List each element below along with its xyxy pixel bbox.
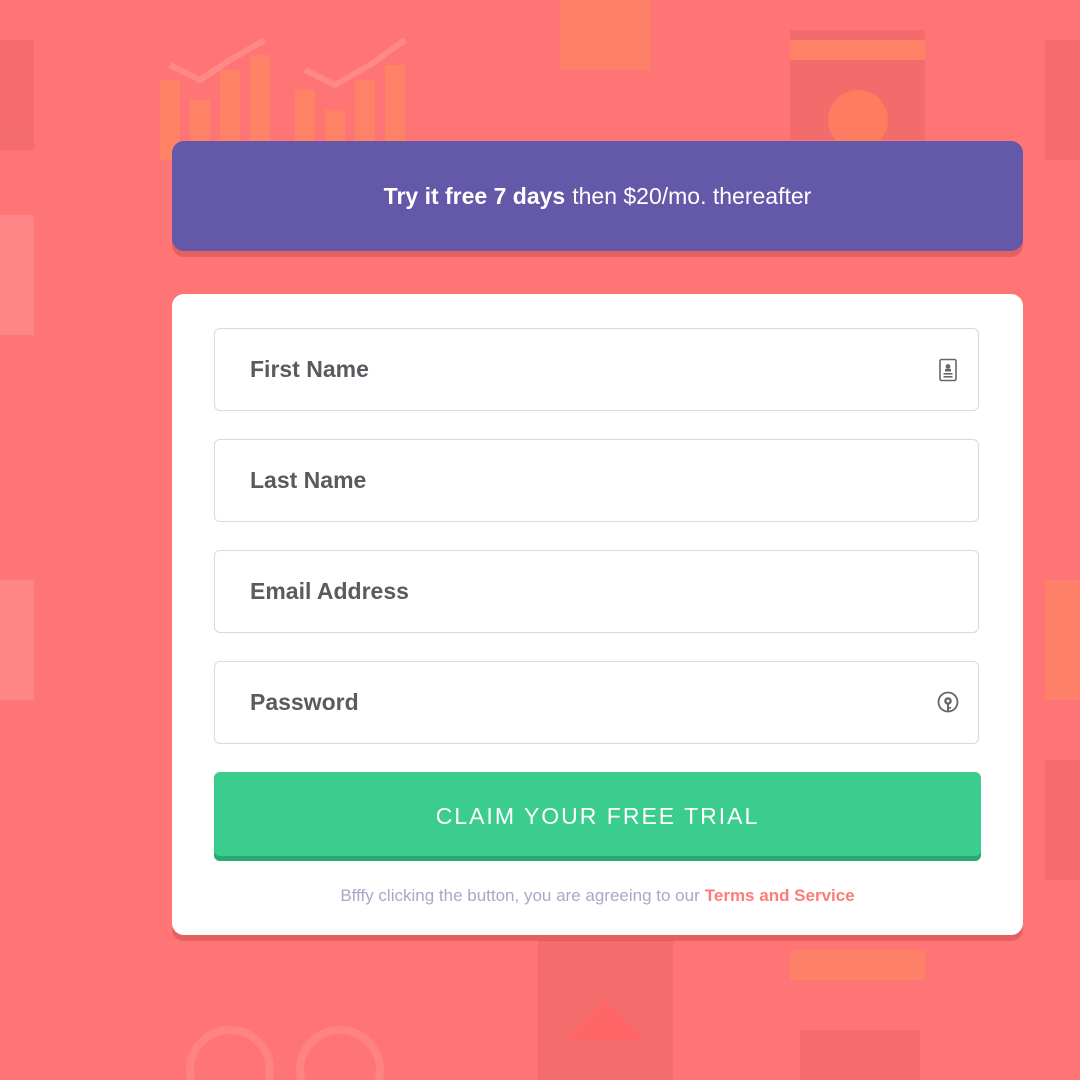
email-field: [214, 550, 979, 633]
first-name-field: [214, 328, 979, 411]
trial-banner: Try it free 7 days then $20/mo. thereaft…: [172, 141, 1023, 251]
password-input[interactable]: [215, 662, 978, 743]
email-input[interactable]: [215, 551, 978, 632]
gear-folder-icon: [790, 30, 925, 150]
claim-trial-button[interactable]: CLAIM YOUR FREE TRIAL: [214, 772, 981, 861]
last-name-input[interactable]: [215, 440, 978, 521]
banner-highlight: Try it free 7 days: [383, 182, 566, 209]
terms-text: Bfffy clicking the button, you are agree…: [340, 886, 700, 905]
key-password-icon[interactable]: [936, 691, 960, 715]
contact-card-icon[interactable]: [936, 358, 960, 382]
signup-card: CLAIM YOUR FREE TRIAL Bfffy clicking the…: [172, 294, 1023, 935]
house-icon: [538, 940, 673, 1080]
banner-price-text: then $20/mo. thereafter: [572, 182, 812, 209]
first-name-input[interactable]: [215, 329, 978, 410]
terms-link[interactable]: Terms and Service: [705, 886, 855, 905]
gauge-icon: [186, 1026, 384, 1080]
terms-notice: Bfffy clicking the button, you are agree…: [172, 886, 1023, 906]
password-field: [214, 661, 979, 744]
last-name-field: [214, 439, 979, 522]
